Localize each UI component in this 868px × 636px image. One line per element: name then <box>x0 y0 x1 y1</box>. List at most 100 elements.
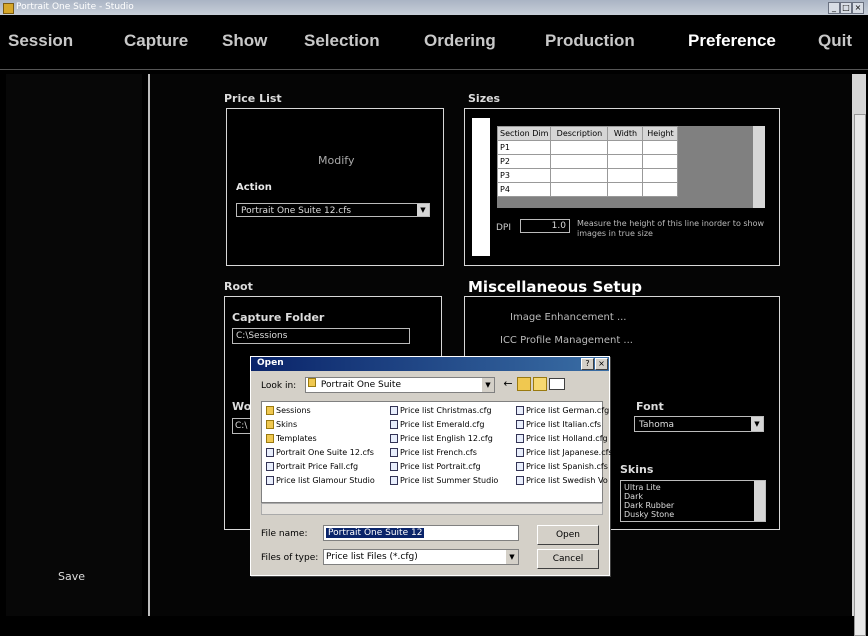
up-folder-icon[interactable] <box>517 377 531 391</box>
list-item[interactable]: Dusky Stone <box>624 510 762 519</box>
file-name: Price list French.cfs <box>400 448 477 457</box>
capture-folder-label: Capture Folder <box>232 311 325 324</box>
row-label: P2 <box>497 154 552 169</box>
folder-icon <box>308 378 316 387</box>
document-icon <box>390 448 398 457</box>
cancel-button[interactable]: Cancel <box>537 549 599 569</box>
file-name: Portrait One Suite 12.cfs <box>276 448 374 457</box>
table-row[interactable]: P2 <box>497 154 679 169</box>
table-row[interactable]: P1 <box>497 140 679 155</box>
capture-folder-input[interactable]: C:\Sessions <box>232 328 410 344</box>
folder-icon <box>266 420 274 429</box>
file-name: Templates <box>276 434 317 443</box>
save-button[interactable]: Save <box>58 570 85 583</box>
list-item[interactable]: Templates <box>266 434 317 443</box>
modify-link[interactable]: Modify <box>318 154 354 167</box>
look-in-select[interactable]: Portrait One Suite ▼ <box>305 377 495 393</box>
back-icon[interactable]: ← <box>501 377 515 391</box>
scrollbar-thumb[interactable] <box>854 114 866 636</box>
file-name: Price list English 12.cfg <box>400 434 493 443</box>
list-item[interactable]: Price list Glamour Studio <box>266 476 375 485</box>
list-item[interactable]: Price list Summer Studio <box>390 476 498 485</box>
icc-profile-link[interactable]: ICC Profile Management ... <box>500 335 633 346</box>
close-button[interactable]: × <box>852 2 864 14</box>
col-header[interactable]: Description <box>550 126 609 141</box>
document-icon <box>516 462 524 471</box>
vertical-scrollbar[interactable] <box>852 74 866 636</box>
open-dialog: Open ? × Look in: Portrait One Suite ▼ ←… <box>250 356 613 576</box>
dialog-title-bar: Open ? × <box>251 357 609 371</box>
dropdown-arrow-icon: ▼ <box>751 417 763 431</box>
menu-session[interactable]: Session <box>8 31 73 51</box>
close-icon[interactable]: × <box>595 358 608 370</box>
menu-capture[interactable]: Capture <box>124 31 188 51</box>
row-label: P4 <box>497 182 552 197</box>
file-name-input[interactable]: Portrait One Suite 12 <box>323 525 519 541</box>
file-name-label: File name: <box>261 529 308 539</box>
list-item[interactable]: Price list Christmas.cfg <box>390 406 492 415</box>
list-item[interactable]: Portrait One Suite 12.cfs <box>266 448 374 457</box>
list-item[interactable]: Price list Italian.cfs <box>516 420 601 429</box>
list-item[interactable]: Price list Emerald.cfg <box>390 420 484 429</box>
col-header[interactable]: Height <box>642 126 679 141</box>
folder-icon <box>266 406 274 415</box>
list-item[interactable]: Price list Spanish.cfs <box>516 462 608 471</box>
table-row[interactable]: P4 <box>497 182 679 197</box>
file-name: Price list Glamour Studio <box>276 476 375 485</box>
help-icon[interactable]: ? <box>581 358 594 370</box>
left-panel <box>6 74 142 616</box>
minimize-button[interactable]: _ <box>828 2 840 14</box>
skins-list[interactable]: Ultra Lite Dark Dark Rubber Dusky Stone <box>620 480 766 522</box>
list-item[interactable]: Portrait Price Fall.cfg <box>266 462 358 471</box>
list-item[interactable]: Price list French.cfs <box>390 448 477 457</box>
list-item[interactable]: Sessions <box>266 406 311 415</box>
action-select[interactable]: Portrait One Suite 12.cfs ▼ <box>236 203 430 217</box>
new-folder-icon[interactable] <box>533 377 547 391</box>
sizes-ruler <box>472 118 490 256</box>
sizes-table-container: Section Dim Description Width Height P1 … <box>497 126 765 208</box>
table-scrollbar[interactable] <box>753 126 765 208</box>
list-item[interactable]: Price list Japanese.cfs <box>516 448 613 457</box>
list-item[interactable]: Price list Portrait.cfg <box>390 462 481 471</box>
list-item[interactable]: Dark Rubber <box>624 501 762 510</box>
document-icon <box>516 476 524 485</box>
menu-preference[interactable]: Preference <box>688 31 776 51</box>
file-list-hscrollbar[interactable] <box>261 503 603 515</box>
font-select[interactable]: Tahoma ▼ <box>634 416 764 432</box>
row-label: P1 <box>497 140 552 155</box>
menu-production[interactable]: Production <box>545 31 635 51</box>
document-icon <box>390 476 398 485</box>
row-label: P3 <box>497 168 552 183</box>
price-list-title: Price List <box>224 92 282 105</box>
action-label: Action <box>236 182 272 193</box>
dpi-label: DPI <box>496 223 512 233</box>
view-menu-icon[interactable] <box>549 378 565 390</box>
menu-ordering[interactable]: Ordering <box>424 31 496 51</box>
list-item[interactable]: Ultra Lite <box>624 483 762 492</box>
dpi-input[interactable]: 1.0 <box>520 219 570 233</box>
skins-scrollbar[interactable] <box>754 481 765 521</box>
file-name: Price list Swedish Vo <box>526 476 608 485</box>
work-folder-input[interactable]: C:\ <box>232 418 252 434</box>
menu-show[interactable]: Show <box>222 31 267 51</box>
list-item[interactable]: Skins <box>266 420 297 429</box>
col-header[interactable]: Width <box>607 126 644 141</box>
image-enhancement-link[interactable]: Image Enhancement ... <box>510 312 626 323</box>
document-icon <box>516 420 524 429</box>
file-type-select[interactable]: Price list Files (*.cfg) ▼ <box>323 549 519 565</box>
open-button[interactable]: Open <box>537 525 599 545</box>
list-item[interactable]: Price list German.cfg <box>516 406 609 415</box>
menu-selection[interactable]: Selection <box>304 31 380 51</box>
document-icon <box>266 462 274 471</box>
maximize-button[interactable]: □ <box>840 2 852 14</box>
list-item[interactable]: Price list Holland.cfg <box>516 434 608 443</box>
list-item[interactable]: Price list English 12.cfg <box>390 434 493 443</box>
action-select-value: Portrait One Suite 12.cfs <box>241 206 352 216</box>
table-row[interactable]: P3 <box>497 168 679 183</box>
file-name: Price list Holland.cfg <box>526 434 608 443</box>
file-list[interactable]: Sessions Skins Templates Portrait One Su… <box>261 401 613 503</box>
menu-quit[interactable]: Quit <box>818 31 852 51</box>
list-item[interactable]: Dark <box>624 492 762 501</box>
list-item[interactable]: Price list Swedish Vo <box>516 476 608 485</box>
col-header[interactable]: Section Dim <box>497 126 552 141</box>
